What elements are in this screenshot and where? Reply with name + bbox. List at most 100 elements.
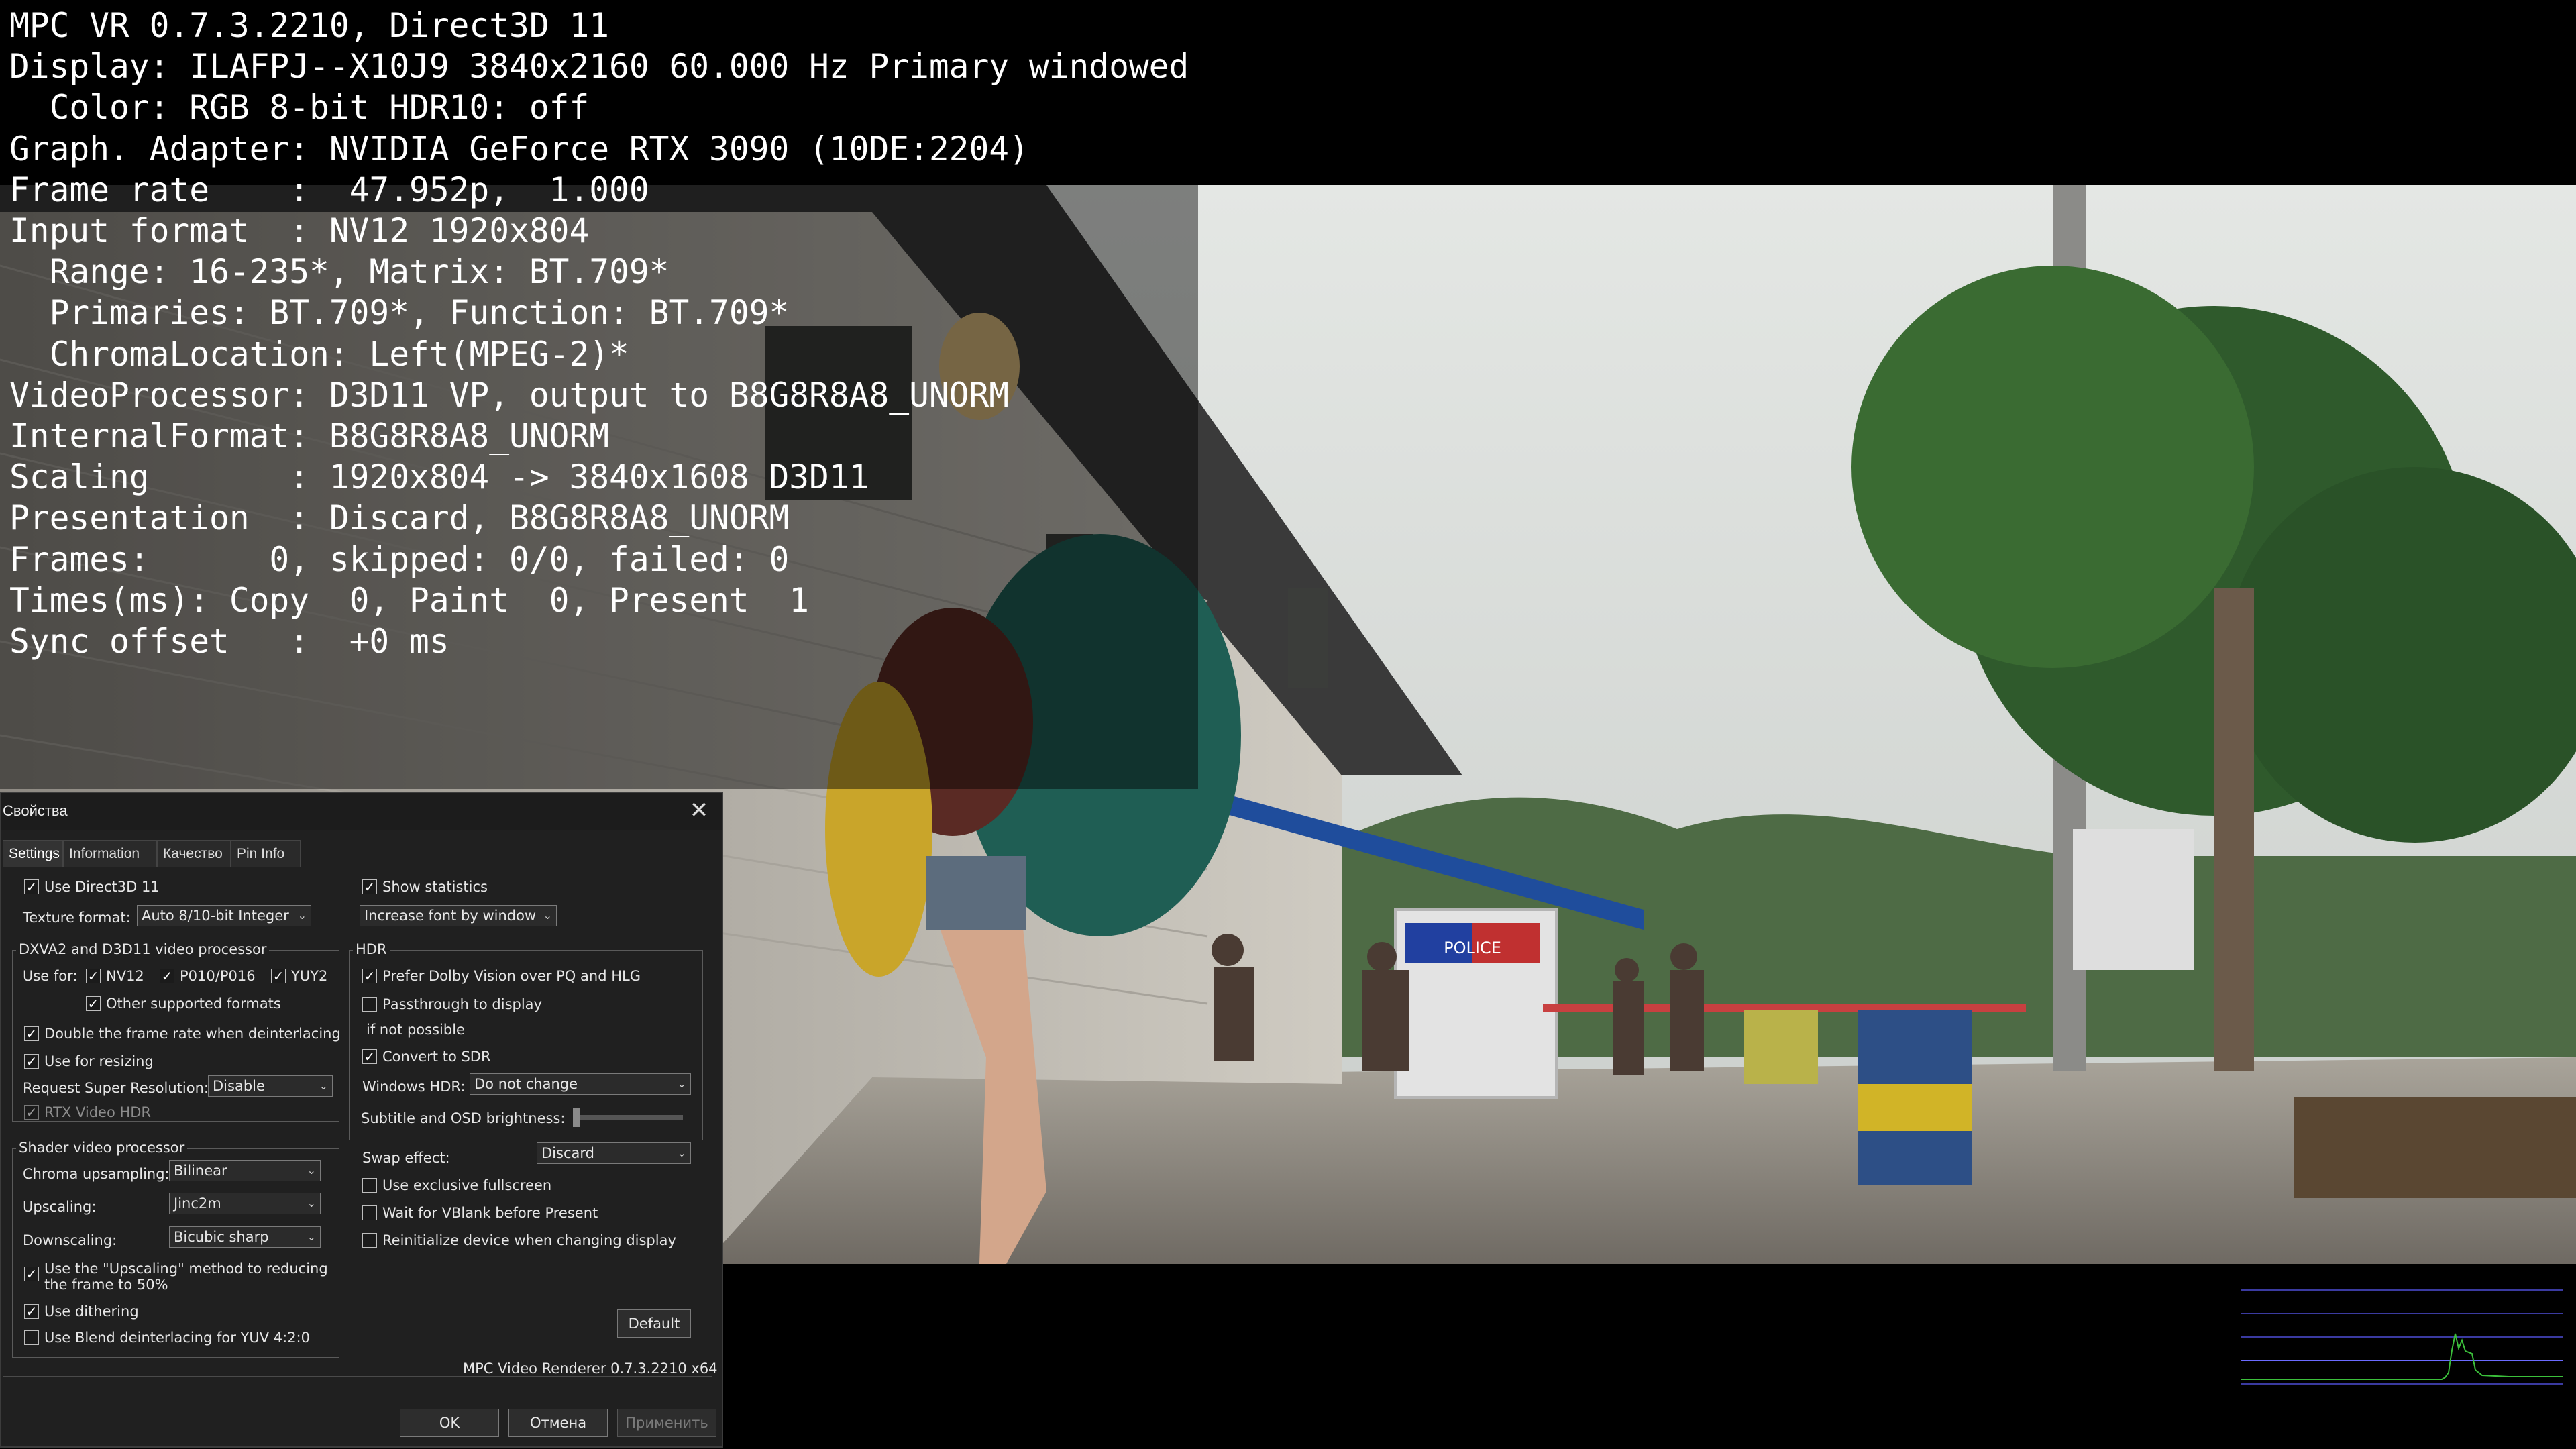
close-icon[interactable]: ✕ bbox=[686, 797, 712, 824]
hdr-group-label: HDR bbox=[353, 941, 390, 957]
osd-line: Frames: 0, skipped: 0/0, failed: 0 bbox=[9, 539, 790, 579]
dolby-label: Prefer Dolby Vision over PQ and HLG bbox=[382, 968, 641, 984]
osd-line: ChromaLocation: Left(MPEG-2)* bbox=[9, 334, 629, 374]
super-res-select[interactable]: Disable ⌄ bbox=[208, 1075, 333, 1097]
upscaling-method-checkbox[interactable]: ✓ bbox=[24, 1267, 39, 1281]
osd-brightness-label: Subtitle and OSD brightness: bbox=[361, 1110, 566, 1126]
super-res-value: Disable bbox=[213, 1078, 265, 1094]
rtx-hdr-checkbox[interactable]: ✓ bbox=[24, 1105, 39, 1120]
double-rate-checkbox[interactable]: ✓ bbox=[24, 1026, 39, 1041]
dithering-checkbox[interactable]: ✓ bbox=[24, 1304, 39, 1319]
other-formats-label: Other supported formats bbox=[106, 996, 281, 1012]
upscaling-label: Upscaling: bbox=[23, 1199, 97, 1215]
osd-line: Sync offset : +0 ms bbox=[9, 622, 449, 661]
osd-line: Graph. Adapter: NVIDIA GeForce RTX 3090 … bbox=[9, 129, 1029, 168]
if-not-possible-label: if not possible bbox=[366, 1022, 465, 1038]
downscaling-value: Bicubic sharp bbox=[174, 1229, 269, 1245]
other-formats-checkbox[interactable]: ✓ bbox=[86, 996, 101, 1011]
statistics-osd: MPC VR 0.7.3.2210, Direct3D 11 Display: … bbox=[9, 5, 1189, 662]
use-for-label: Use for: bbox=[23, 968, 78, 984]
osd-line: VideoProcessor: D3D11 VP, output to B8G8… bbox=[9, 375, 1010, 415]
windows-hdr-select[interactable]: Do not change ⌄ bbox=[470, 1073, 691, 1095]
nv12-checkbox[interactable]: ✓ bbox=[86, 969, 101, 983]
tab-pin-info[interactable]: Pin Info bbox=[231, 840, 301, 867]
p010-checkbox[interactable]: ✓ bbox=[160, 969, 174, 983]
show-stats-checkbox[interactable]: ✓ bbox=[362, 879, 377, 894]
chevron-down-icon: ⌄ bbox=[677, 1146, 686, 1159]
passthrough-label: Passthrough to display bbox=[382, 996, 542, 1012]
super-res-label: Request Super Resolution: bbox=[23, 1080, 209, 1096]
upscaling-method-label-1: Use the "Upscaling" method to reducing bbox=[44, 1260, 328, 1277]
graph-line bbox=[2241, 1333, 2563, 1380]
windows-hdr-value: Do not change bbox=[474, 1076, 578, 1092]
cancel-button[interactable]: Отмена bbox=[508, 1409, 608, 1437]
dialog-titlebar[interactable]: Свойства ✕ bbox=[1, 793, 722, 830]
swap-effect-label: Swap effect: bbox=[362, 1150, 450, 1166]
chevron-down-icon: ⌄ bbox=[319, 1079, 328, 1092]
vblank-label: Wait for VBlank before Present bbox=[382, 1205, 598, 1221]
windows-hdr-label: Windows HDR: bbox=[362, 1079, 466, 1095]
nv12-label: NV12 bbox=[106, 968, 144, 984]
texture-format-value: Auto 8/10-bit Integer bbox=[142, 908, 289, 924]
passthrough-checkbox[interactable] bbox=[362, 997, 377, 1012]
police-sign: POLICE bbox=[1444, 938, 1501, 957]
texture-format-select[interactable]: Auto 8/10-bit Integer ⌄ bbox=[137, 905, 311, 926]
osd-line: Input format : NV12 1920x804 bbox=[9, 211, 590, 251]
swap-effect-select[interactable]: Discard ⌄ bbox=[537, 1142, 691, 1164]
osd-line: Presentation : Discard, B8G8R8A8_UNORM bbox=[9, 498, 790, 538]
font-mode-select[interactable]: Increase font by window ⌄ bbox=[360, 905, 557, 926]
exclusive-fullscreen-checkbox[interactable] bbox=[362, 1178, 377, 1193]
chevron-down-icon: ⌄ bbox=[297, 909, 307, 922]
osd-line: Frame rate : 47.952p, 1.000 bbox=[9, 170, 649, 209]
reinit-checkbox[interactable] bbox=[362, 1233, 377, 1248]
double-rate-label: Double the frame rate when deinterlacing bbox=[44, 1026, 341, 1042]
exclusive-fullscreen-label: Use exclusive fullscreen bbox=[382, 1177, 552, 1193]
convert-sdr-label: Convert to SDR bbox=[382, 1049, 491, 1065]
p010-label: P010/P016 bbox=[180, 968, 256, 984]
default-button[interactable]: Default bbox=[617, 1309, 691, 1338]
frame-time-graph bbox=[2241, 1289, 2563, 1385]
shader-group-label: Shader video processor bbox=[16, 1140, 188, 1156]
use-d3d11-checkbox[interactable]: ✓ bbox=[24, 879, 39, 894]
osd-brightness-thumb[interactable] bbox=[573, 1108, 580, 1127]
chroma-up-select[interactable]: Bilinear ⌄ bbox=[169, 1160, 321, 1181]
osd-line: Color: RGB 8-bit HDR10: off bbox=[9, 88, 590, 127]
osd-line: Scaling : 1920x804 -> 3840x1608 D3D11 bbox=[9, 458, 869, 497]
upscaling-select[interactable]: Jinc2m ⌄ bbox=[169, 1193, 321, 1214]
osd-line: Range: 16-235*, Matrix: BT.709* bbox=[9, 252, 669, 292]
osd-line: Display: ILAFPJ--X10J9 3840x2160 60.000 … bbox=[9, 47, 1189, 87]
yuy2-label: YUY2 bbox=[291, 968, 328, 984]
blend-deint-checkbox[interactable] bbox=[24, 1330, 39, 1345]
dolby-checkbox[interactable]: ✓ bbox=[362, 969, 377, 983]
vblank-checkbox[interactable] bbox=[362, 1205, 377, 1220]
tab-information[interactable]: Information bbox=[63, 840, 157, 867]
tab-quality[interactable]: Качество bbox=[157, 840, 231, 867]
osd-brightness-track[interactable] bbox=[576, 1115, 683, 1120]
texture-format-label: Texture format: bbox=[23, 910, 131, 926]
convert-sdr-checkbox[interactable]: ✓ bbox=[362, 1049, 377, 1064]
renderer-version: MPC Video Renderer 0.7.3.2210 x64 bbox=[463, 1360, 718, 1377]
rtx-hdr-label: RTX Video HDR bbox=[44, 1104, 152, 1120]
osd-line: Primaries: BT.709*, Function: BT.709* bbox=[9, 293, 790, 333]
reinit-label: Reinitialize device when changing displa… bbox=[382, 1232, 676, 1248]
ok-button[interactable]: OK bbox=[400, 1409, 499, 1437]
font-mode-value: Increase font by window bbox=[364, 908, 537, 924]
yuy2-checkbox[interactable]: ✓ bbox=[271, 969, 286, 983]
apply-button[interactable]: Применить bbox=[617, 1409, 716, 1437]
chevron-down-icon: ⌄ bbox=[307, 1230, 316, 1243]
chevron-down-icon: ⌄ bbox=[543, 909, 552, 922]
upscaling-method-label-2: the frame to 50% bbox=[44, 1277, 168, 1293]
dxva-group-label: DXVA2 and D3D11 video processor bbox=[16, 941, 270, 957]
use-resizing-checkbox[interactable]: ✓ bbox=[24, 1054, 39, 1069]
downscaling-select[interactable]: Bicubic sharp ⌄ bbox=[169, 1226, 321, 1248]
graph-grid bbox=[2241, 1289, 2563, 1385]
upscaling-value: Jinc2m bbox=[174, 1195, 221, 1212]
chevron-down-icon: ⌄ bbox=[307, 1164, 316, 1177]
osd-line: MPC VR 0.7.3.2210, Direct3D 11 bbox=[9, 6, 610, 45]
osd-line: Times(ms): Copy 0, Paint 0, Present 1 bbox=[9, 580, 810, 620]
use-d3d11-label: Use Direct3D 11 bbox=[44, 879, 160, 895]
chroma-up-label: Chroma upsampling: bbox=[23, 1166, 170, 1182]
blend-deint-label: Use Blend deinterlacing for YUV 4:2:0 bbox=[44, 1330, 310, 1346]
tab-settings[interactable]: Settings bbox=[3, 840, 63, 867]
show-stats-label: Show statistics bbox=[382, 879, 488, 895]
